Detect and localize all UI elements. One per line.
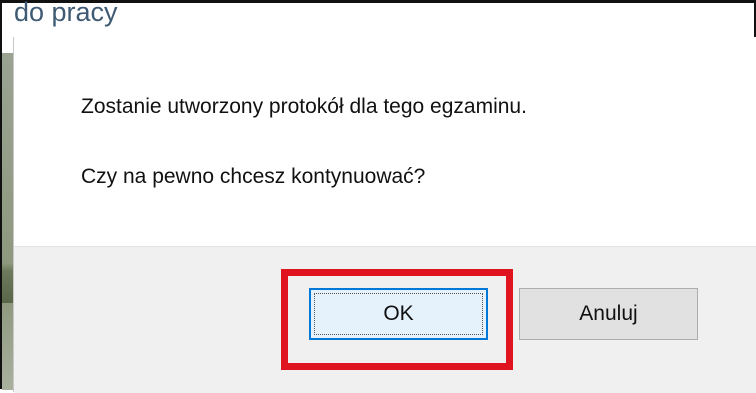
dialog-button-bar: OK Anuluj: [14, 246, 756, 393]
confirm-dialog: Zostanie utworzony protokół dla tego egz…: [14, 37, 756, 393]
background-page-title: do pracy: [14, 0, 118, 27]
background-window-edge: [2, 3, 14, 390]
cancel-button[interactable]: Anuluj: [519, 288, 698, 340]
dialog-message-area: Zostanie utworzony protokół dla tego egz…: [14, 37, 756, 246]
dialog-message-line-1: Zostanie utworzony protokół dla tego egz…: [81, 95, 527, 118]
dialog-message-line-2: Czy na pewno chcesz kontynuować?: [81, 165, 426, 188]
screenshot-frame: do pracy Zostanie utworzony protokół dla…: [0, 0, 756, 393]
ok-button[interactable]: OK: [309, 288, 488, 340]
